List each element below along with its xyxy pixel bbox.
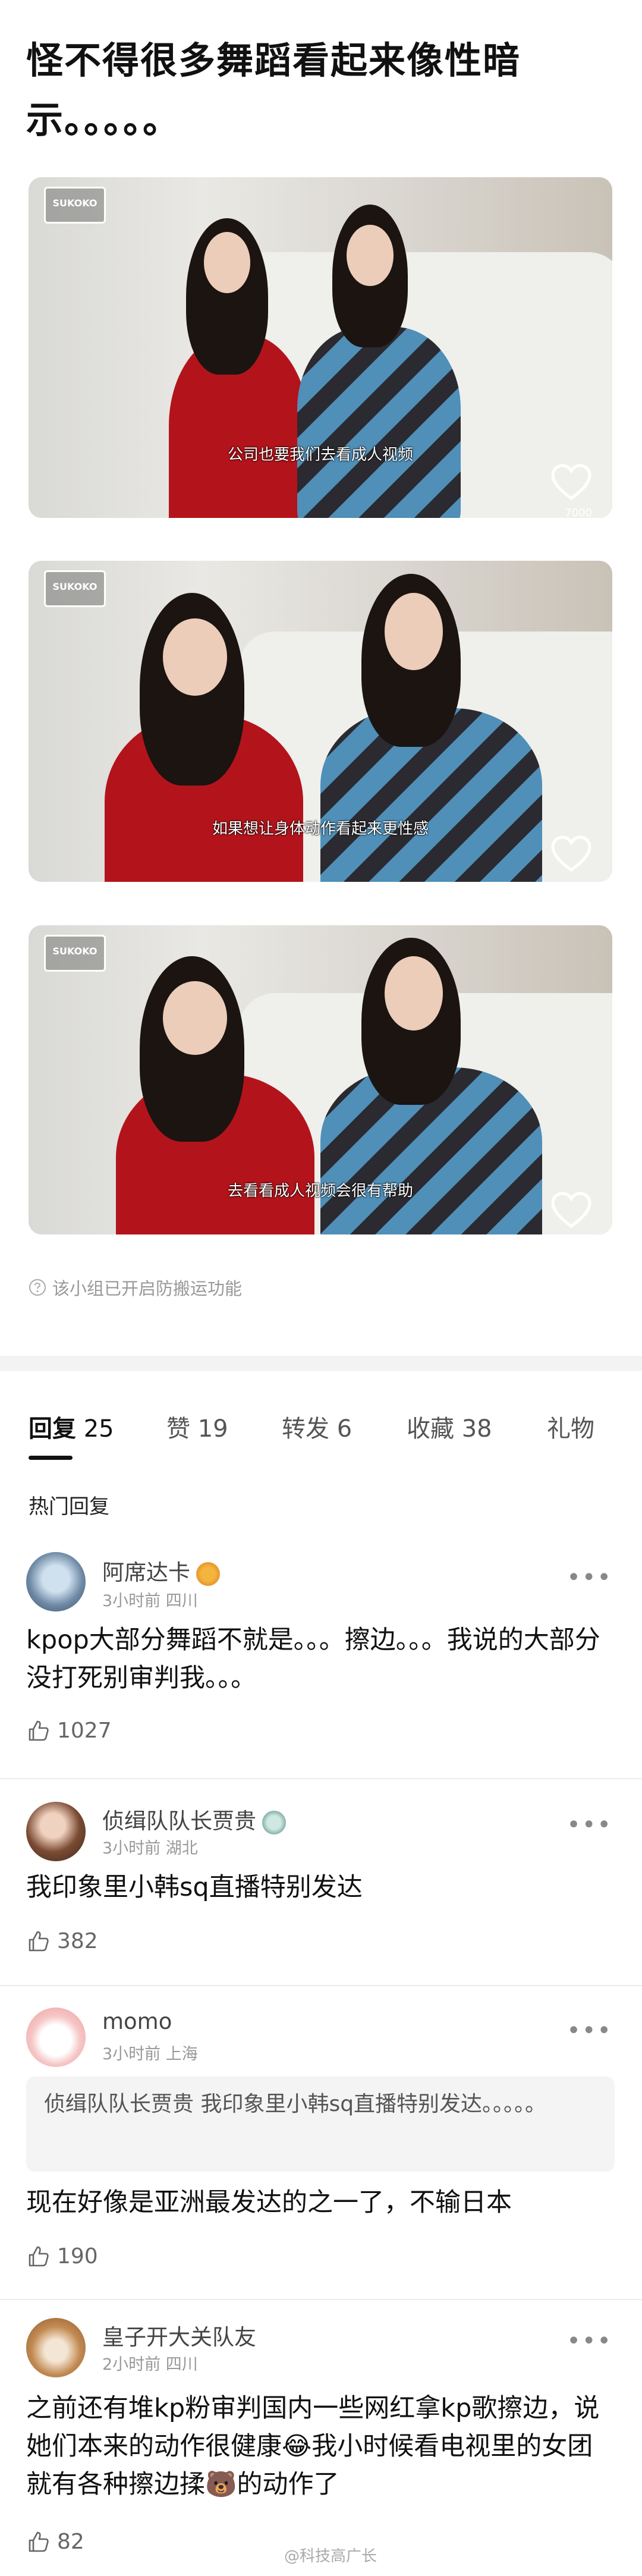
- comment-meta: 3小时前 湖北: [102, 1839, 198, 1858]
- comment-text: kpop大部分舞蹈不就是。。。擦边。。。我说的大部分没打死别审判我。。。: [26, 1625, 600, 1693]
- thumbs-up-icon: [29, 2531, 49, 2552]
- like-count: 382: [57, 1929, 98, 1953]
- more-options-icon[interactable]: •••: [567, 2327, 612, 2355]
- like-button[interactable]: 82: [26, 2530, 84, 2554]
- image-scene: [29, 177, 612, 518]
- post-title: 怪不得很多舞蹈看起来像性暗示。。。。。: [26, 39, 521, 142]
- tab-reposts[interactable]: 转发 6: [282, 1409, 352, 1444]
- comment-separator: [0, 2299, 642, 2300]
- thumbs-up-icon: [29, 1720, 49, 1741]
- like-button[interactable]: 1027: [26, 1719, 112, 1743]
- video-caption: 公司也要我们去看成人视频: [227, 446, 413, 464]
- like-count: 1027: [57, 1719, 112, 1743]
- tab-count: 6: [336, 1415, 353, 1443]
- like-count: 82: [57, 2530, 84, 2554]
- tab-count: 19: [197, 1415, 228, 1443]
- thumbs-up-icon: [29, 2246, 49, 2266]
- avatar[interactable]: [26, 1802, 86, 1861]
- watermark: @科技高广长: [284, 2547, 377, 2565]
- tab-count: 25: [83, 1415, 114, 1443]
- tab-count: 38: [461, 1415, 492, 1443]
- like-count: 190: [57, 2244, 98, 2269]
- comment-meta: 2小时前 四川: [102, 2355, 198, 2374]
- more-options-icon[interactable]: •••: [567, 1564, 612, 1591]
- comment-username[interactable]: 侦缉队队长贾贵: [102, 1803, 286, 1835]
- comment-text: 现在好像是亚洲最发达的之一了，不输日本: [26, 2188, 512, 2217]
- heart-icon[interactable]: [550, 835, 592, 874]
- more-options-icon[interactable]: •••: [567, 1811, 612, 1839]
- comment-text: 我印象里小韩sq直播特别发达: [26, 1873, 363, 1902]
- corner-count: 7000: [565, 507, 592, 518]
- tab-favorites[interactable]: 收藏 38: [407, 1409, 492, 1444]
- show-logo: SUKOKO: [44, 187, 106, 224]
- post-image-1[interactable]: SUKOKO 公司也要我们去看成人视频 7000: [29, 177, 612, 518]
- active-tab-indicator: [29, 1456, 73, 1460]
- video-caption: 如果想让身体动作看起来更性感: [212, 820, 429, 838]
- avatar[interactable]: [26, 2008, 86, 2067]
- comment-separator: [0, 1778, 642, 1779]
- level-badge-icon: [196, 1562, 220, 1586]
- avatar[interactable]: [26, 2318, 86, 2377]
- hot-replies-title: 热门回复: [29, 1495, 109, 1519]
- show-logo: SUKOKO: [44, 935, 106, 972]
- like-button[interactable]: 382: [26, 1929, 98, 1953]
- post-image-3[interactable]: SUKOKO 去看看成人视频会很有帮助: [29, 925, 612, 1234]
- quoted-reply[interactable]: 侦缉队队长贾贵 我印象里小韩sq直播特别发达。。。。。: [26, 2076, 615, 2172]
- interaction-tabs: 回复 25 赞 19 转发 6 收藏 38 礼物: [0, 1409, 642, 1451]
- tab-replies[interactable]: 回复 25: [29, 1409, 114, 1444]
- show-logo: SUKOKO: [44, 570, 106, 607]
- video-caption: 去看看成人视频会很有帮助: [227, 1182, 413, 1200]
- anti-repost-notice: 该小组已开启防搬运功能: [29, 1275, 242, 1300]
- tab-gifts[interactable]: 礼物: [547, 1409, 594, 1444]
- thumbs-up-icon: [29, 1931, 49, 1951]
- heart-icon[interactable]: [550, 1192, 592, 1230]
- comment-username[interactable]: 皇子开大关队友: [102, 2319, 256, 2351]
- comment-text: 之前还有堆kp粉审判国内一些网红拿kp歌擦边，说她们本来的动作很健康😂我小时候看…: [26, 2393, 600, 2499]
- comment-meta: 3小时前 上海: [102, 2045, 198, 2063]
- tab-likes[interactable]: 赞 19: [166, 1409, 228, 1444]
- level-badge-icon: [262, 1810, 286, 1834]
- question-circle-icon: [29, 1279, 46, 1296]
- section-divider: [0, 1356, 642, 1371]
- comment-username[interactable]: 阿席达卡: [102, 1554, 220, 1587]
- notice-text: 该小组已开启防搬运功能: [52, 1278, 243, 1299]
- comment-separator: [0, 1985, 642, 1986]
- like-button[interactable]: 190: [26, 2244, 98, 2269]
- avatar[interactable]: [26, 1552, 86, 1611]
- heart-icon[interactable]: [550, 464, 592, 502]
- comment-username[interactable]: momo: [102, 2009, 172, 2034]
- more-options-icon[interactable]: •••: [567, 2017, 612, 2044]
- comment-meta: 3小时前 四川: [102, 1592, 198, 1610]
- post-image-2[interactable]: SUKOKO 如果想让身体动作看起来更性感: [29, 561, 612, 882]
